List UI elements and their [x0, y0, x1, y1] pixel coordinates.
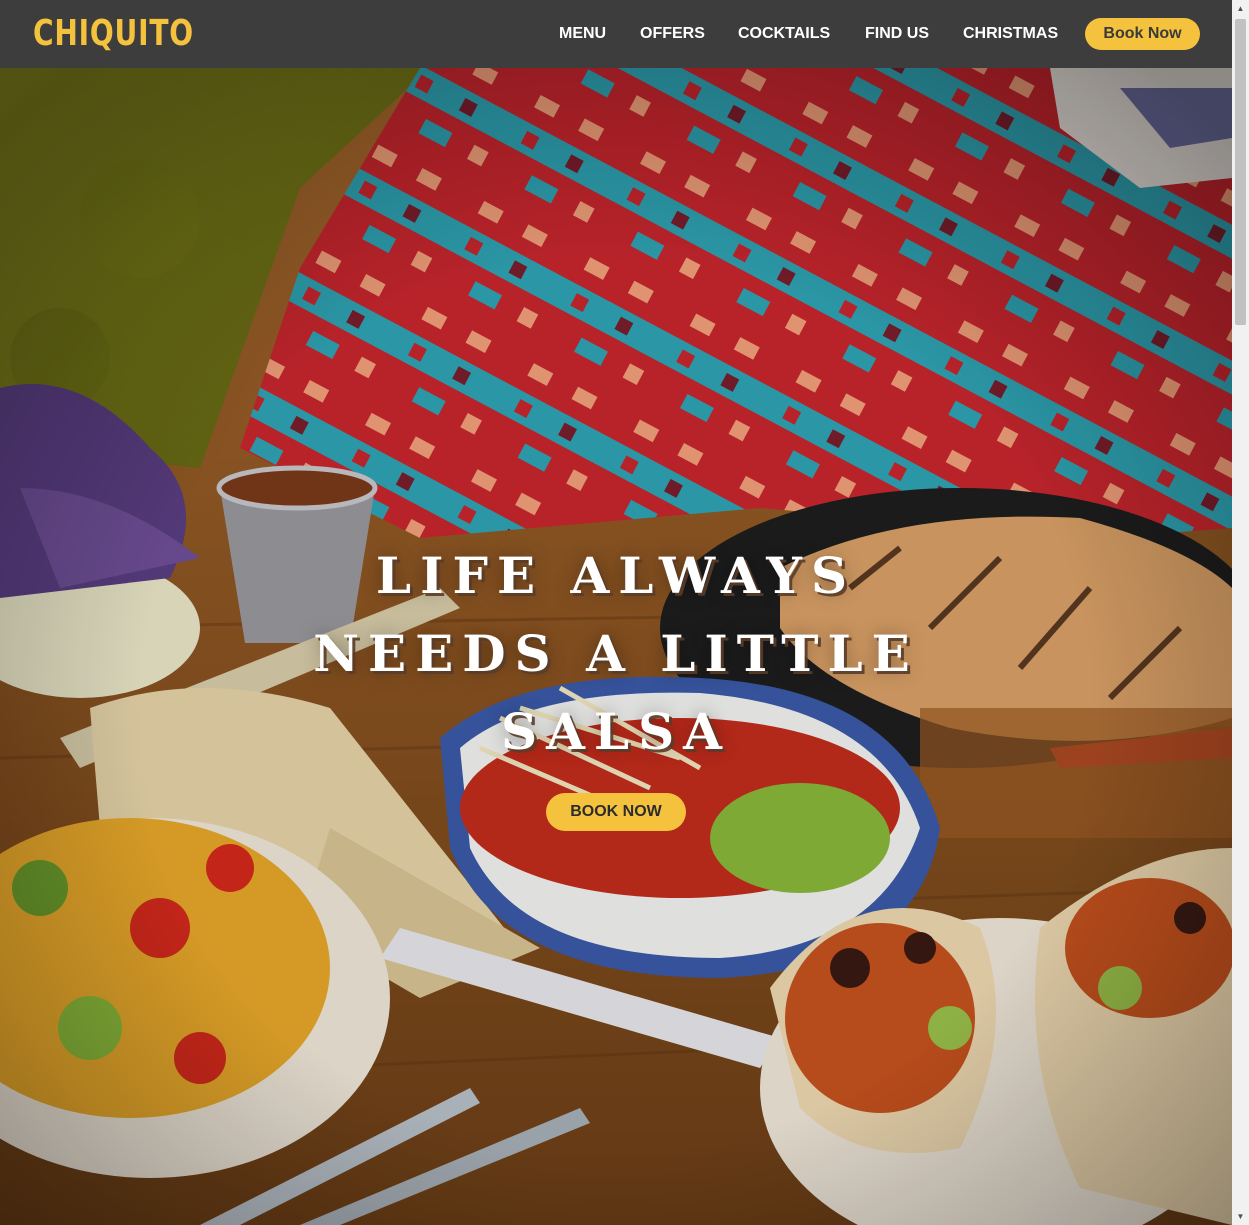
scrollbar-thumb[interactable]: [1235, 19, 1246, 325]
nav-christmas[interactable]: CHRISTMAS: [963, 24, 1058, 44]
nav-find-us[interactable]: FIND US: [865, 24, 929, 44]
hero-headline-line-3: SALSA: [501, 702, 731, 761]
nav-menu[interactable]: MENU: [559, 24, 606, 44]
site-header: CHIQUITO MENU OFFERS COCKTAILS FIND US C…: [0, 0, 1232, 68]
vertical-scrollbar[interactable]: ▲ ▼: [1232, 0, 1249, 1225]
nav-offers[interactable]: OFFERS: [640, 24, 705, 44]
header-book-now-button[interactable]: Book Now: [1085, 18, 1200, 50]
hero-book-now-button[interactable]: BOOK NOW: [546, 793, 686, 831]
hero-headline: LIFE ALWAYS NEEDS A LITTLE SALSA: [0, 537, 1232, 771]
nav-cocktails[interactable]: COCKTAILS: [738, 24, 830, 44]
hero-headline-line-1: LIFE ALWAYS: [375, 546, 857, 605]
chiquito-logo[interactable]: CHIQUITO: [33, 14, 194, 54]
hero-headline-line-2: NEEDS A LITTLE: [313, 624, 919, 683]
scroll-up-arrow-icon[interactable]: ▲: [1232, 0, 1249, 17]
scroll-down-arrow-icon[interactable]: ▼: [1232, 1208, 1249, 1225]
